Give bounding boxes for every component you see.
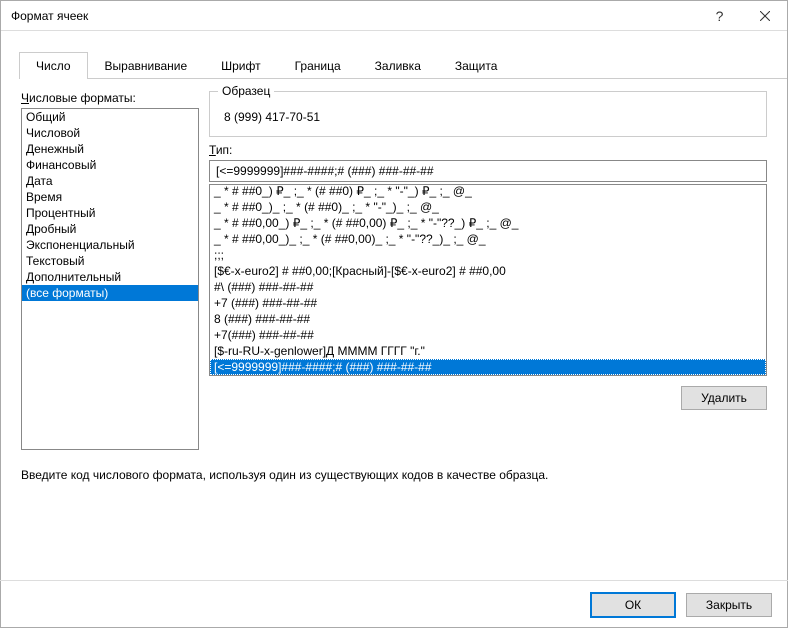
category-item[interactable]: Числовой <box>22 125 198 141</box>
format-item[interactable]: _ * # ##0,00_)_ ;_ * (# ##0,00)_ ;_ * "-… <box>210 231 766 247</box>
format-list[interactable]: _ * # ##0_) ₽_ ;_ * (# ##0) ₽_ ;_ * "-"_… <box>209 184 767 376</box>
sample-value: 8 (999) 417-70-51 <box>220 110 756 124</box>
sample-group: Образец 8 (999) 417-70-51 <box>209 91 767 137</box>
format-item[interactable]: _ * # ##0,00_) ₽_ ;_ * (# ##0,00) ₽_ ;_ … <box>210 215 766 231</box>
category-item[interactable]: (все форматы) <box>22 285 198 301</box>
category-item[interactable]: Текстовый <box>22 253 198 269</box>
content: Числовые форматы: ОбщийЧисловойДенежныйФ… <box>1 79 787 482</box>
tab-5[interactable]: Защита <box>438 52 515 79</box>
format-item[interactable]: +7 (###) ###-##-## <box>210 295 766 311</box>
sample-legend: Образец <box>218 84 274 98</box>
dialog-footer: ОК Закрыть <box>0 580 788 628</box>
category-item[interactable]: Общий <box>22 109 198 125</box>
type-input[interactable] <box>209 160 767 182</box>
tabs: ЧислоВыравниваниеШрифтГраницаЗаливкаЗащи… <box>19 51 787 79</box>
category-item[interactable]: Финансовый <box>22 157 198 173</box>
format-item[interactable]: #\ (###) ###-##-## <box>210 279 766 295</box>
delete-button[interactable]: Удалить <box>681 386 767 410</box>
format-item[interactable]: [$-ru-RU-x-genlower]Д ММММ ГГГГ "г." <box>210 343 766 359</box>
format-item[interactable]: [<=9999999]###-####;# (###) ###-##-## <box>210 359 766 375</box>
format-item[interactable]: +7(###) ###-##-## <box>210 327 766 343</box>
close-button[interactable] <box>742 1 787 31</box>
tab-3[interactable]: Граница <box>278 52 358 79</box>
close-icon <box>760 11 770 21</box>
tab-4[interactable]: Заливка <box>358 52 438 79</box>
category-item[interactable]: Дополнительный <box>22 269 198 285</box>
category-item[interactable]: Денежный <box>22 141 198 157</box>
category-item[interactable]: Экспоненциальный <box>22 237 198 253</box>
type-label: Тип: <box>209 143 767 157</box>
format-item[interactable]: 8 (###) ###-##-## <box>210 311 766 327</box>
category-item[interactable]: Дробный <box>22 221 198 237</box>
cancel-button[interactable]: Закрыть <box>686 593 772 617</box>
format-item[interactable]: [$€-x-euro2] # ##0,00;[Красный]-[$€-x-eu… <box>210 263 766 279</box>
format-item[interactable]: _ * # ##0_)_ ;_ * (# ##0)_ ;_ * "-"_)_ ;… <box>210 199 766 215</box>
ok-button[interactable]: ОК <box>590 592 676 618</box>
tab-2[interactable]: Шрифт <box>204 52 277 79</box>
tab-1[interactable]: Выравнивание <box>88 52 205 79</box>
category-label: Числовые форматы: <box>21 91 199 105</box>
window-title: Формат ячеек <box>11 9 697 23</box>
format-item[interactable]: ;;; <box>210 247 766 263</box>
titlebar: Формат ячеек ? <box>1 1 787 31</box>
tab-0[interactable]: Число <box>19 52 88 79</box>
category-item[interactable]: Дата <box>22 173 198 189</box>
category-item[interactable]: Процентный <box>22 205 198 221</box>
category-list[interactable]: ОбщийЧисловойДенежныйФинансовыйДатаВремя… <box>21 108 199 450</box>
hint-text: Введите код числового формата, используя… <box>21 468 767 482</box>
category-item[interactable]: Время <box>22 189 198 205</box>
format-item[interactable]: _ * # ##0_) ₽_ ;_ * (# ##0) ₽_ ;_ * "-"_… <box>210 184 766 199</box>
help-button[interactable]: ? <box>697 1 742 31</box>
